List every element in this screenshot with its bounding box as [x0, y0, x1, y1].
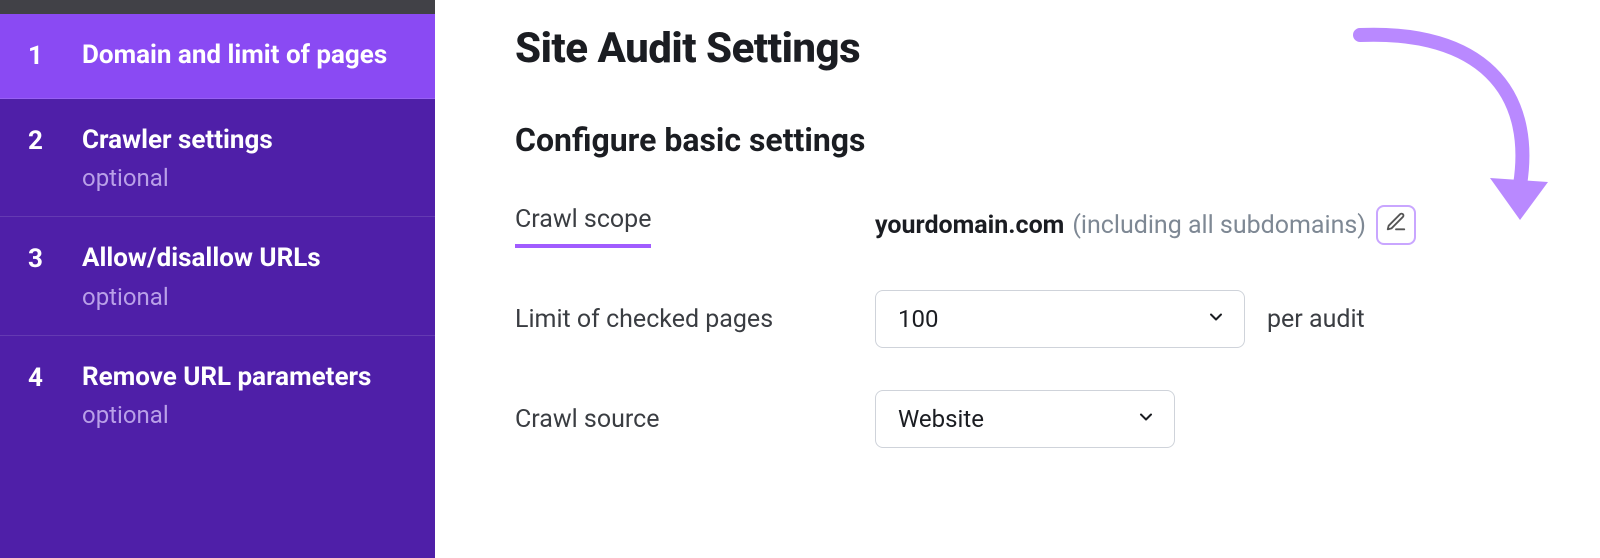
source-select[interactable]: Website: [875, 390, 1175, 448]
step-number: 4: [28, 360, 82, 396]
limit-select[interactable]: 100: [875, 290, 1245, 348]
step-optional: optional: [82, 164, 407, 192]
step-remove-params[interactable]: 4 Remove URL parameters optional: [0, 336, 435, 453]
step-domain-limit[interactable]: 1 Domain and limit of pages: [0, 14, 435, 99]
page-title: Site Audit Settings: [515, 24, 1540, 73]
step-label: Domain and limit of pages: [82, 38, 407, 73]
limit-label: Limit of checked pages: [515, 305, 875, 334]
chevron-down-icon: [1136, 405, 1156, 433]
source-label: Crawl source: [515, 405, 875, 434]
step-number: 1: [28, 38, 82, 74]
pencil-icon: [1385, 211, 1407, 240]
edit-crawl-scope-button[interactable]: [1376, 205, 1416, 245]
wizard-sidebar: 1 Domain and limit of pages 2 Crawler se…: [0, 0, 435, 558]
row-crawl-scope: Crawl scope yourdomain.com (including al…: [515, 205, 1540, 248]
main-panel: Site Audit Settings Configure basic sett…: [435, 0, 1600, 558]
source-select-value: Website: [898, 405, 984, 433]
row-source: Crawl source Website: [515, 390, 1540, 448]
step-number: 2: [28, 123, 82, 159]
step-allow-disallow[interactable]: 3 Allow/disallow URLs optional: [0, 217, 435, 335]
crawl-scope-note: (including all subdomains): [1072, 211, 1366, 240]
step-crawler-settings[interactable]: 2 Crawler settings optional: [0, 99, 435, 217]
section-subtitle: Configure basic settings: [515, 121, 1540, 159]
limit-suffix: per audit: [1267, 305, 1365, 334]
crawl-scope-domain: yourdomain.com: [875, 211, 1064, 240]
step-optional: optional: [82, 283, 407, 311]
crawl-scope-label: Crawl scope: [515, 205, 651, 248]
step-label: Allow/disallow URLs: [82, 241, 407, 276]
step-label: Remove URL parameters: [82, 360, 407, 395]
step-optional: optional: [82, 401, 407, 429]
step-number: 3: [28, 241, 82, 277]
crawl-scope-value: yourdomain.com (including all subdomains…: [875, 205, 1416, 245]
chevron-down-icon: [1206, 305, 1226, 333]
limit-select-value: 100: [898, 305, 938, 333]
step-label: Crawler settings: [82, 123, 407, 158]
row-limit: Limit of checked pages 100 per audit: [515, 290, 1540, 348]
topbar: [0, 0, 435, 14]
